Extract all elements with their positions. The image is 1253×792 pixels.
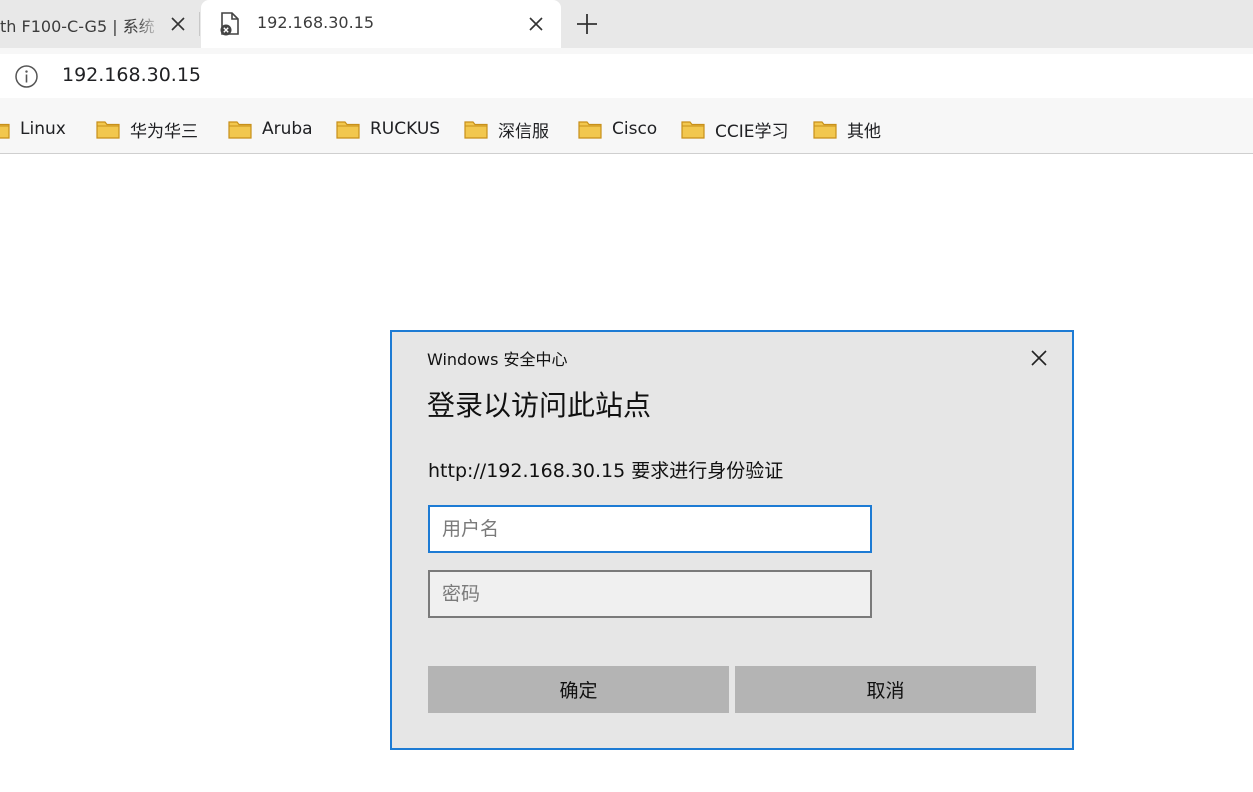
new-tab-plus-icon[interactable] [574, 11, 600, 37]
bookmark-label: RUCKUS [370, 119, 441, 139]
tab-strip: th F100-C-G5 | 系统 192.168.30.15 [0, 0, 1253, 48]
folder-icon [96, 121, 120, 139]
tab-title: th F100-C-G5 | 系统 [0, 17, 155, 36]
bookmark-folder-huawei-h3c[interactable]: 华为华三 [96, 115, 198, 143]
folder-icon [578, 121, 602, 139]
bookmark-folder-ccie[interactable]: CCIE学习 [681, 115, 789, 143]
tab-inactive[interactable]: th F100-C-G5 | 系统 [0, 0, 199, 48]
dialog-title: 登录以访问此站点 [427, 389, 652, 422]
bookmark-folder-aruba[interactable]: Aruba [228, 115, 313, 143]
tab-title: 192.168.30.15 [257, 13, 375, 32]
bookmark-folder-cisco[interactable]: Cisco [578, 115, 657, 143]
close-icon[interactable] [1028, 347, 1050, 369]
address-bar[interactable]: 192.168.30.15 [0, 54, 1253, 98]
info-icon[interactable] [14, 64, 39, 89]
folder-icon [464, 121, 488, 139]
bookmark-label: 华为华三 [130, 121, 198, 142]
tab-close-icon[interactable] [526, 14, 546, 34]
bookmark-folder-sangfor[interactable]: 深信服 [464, 115, 549, 143]
tab-active[interactable]: 192.168.30.15 [201, 0, 561, 48]
bookmark-label: Cisco [612, 119, 658, 139]
tab-close-icon[interactable] [168, 14, 188, 34]
bookmarks-bar: Linux 华为华三 Aruba RUCKUS 深信服 Cisco CCIE学习… [0, 104, 1253, 154]
auth-dialog: Windows 安全中心 登录以访问此站点 http://192.168.30.… [390, 330, 1074, 750]
bookmark-folder-ruckus[interactable]: RUCKUS [336, 115, 440, 143]
tab-separator [199, 12, 200, 36]
bookmark-label: CCIE学习 [715, 121, 789, 142]
folder-icon [813, 121, 837, 139]
password-input[interactable] [428, 570, 872, 618]
ok-button[interactable]: 确定 [428, 666, 729, 713]
dialog-message: http://192.168.30.15 要求进行身份验证 [428, 460, 784, 482]
folder-icon [0, 123, 10, 139]
browser-toolbar: 192.168.30.15 [0, 48, 1253, 104]
cancel-button[interactable]: 取消 [735, 666, 1036, 713]
bookmark-label: Aruba [262, 119, 313, 139]
page-error-icon [219, 12, 241, 36]
bookmark-label: 其他 [847, 121, 881, 142]
username-input[interactable] [428, 505, 872, 553]
bookmark-label: 深信服 [498, 121, 549, 142]
folder-icon [681, 121, 705, 139]
bookmark-folder-other[interactable]: 其他 [813, 115, 881, 143]
bookmark-label: Linux [20, 119, 66, 139]
folder-icon [336, 121, 360, 139]
folder-icon [228, 121, 252, 139]
bookmark-folder-linux[interactable]: Linux [0, 115, 66, 143]
address-url[interactable]: 192.168.30.15 [62, 64, 201, 86]
dialog-app-name: Windows 安全中心 [427, 350, 568, 369]
